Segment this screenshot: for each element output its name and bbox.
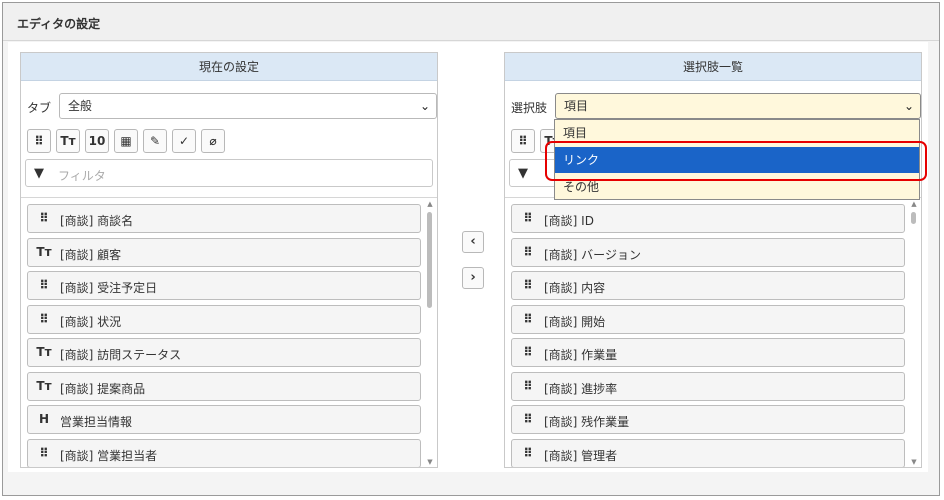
current-settings-list-item[interactable]: Tт [商談] 顧客 — [27, 237, 421, 267]
current-settings-list-item[interactable]: Tт [商談] 提案商品 — [27, 371, 421, 401]
list-item-label: [商談] 状況 — [60, 314, 122, 329]
list-item-label: 営業担当情報 — [60, 415, 133, 429]
text-type-icon: Tт — [36, 244, 52, 259]
tab-field: タブ 全般 ⌄ — [27, 93, 437, 119]
choices-list[interactable]: ▲ ▼ ⠿ [商談] ID ⠿ [商談] バージョン ⠿ [商談] 内容 ⠿ [商談] 開始 ⠿… — [505, 197, 921, 467]
list-item-label: [商談] ID — [544, 214, 594, 228]
choices-list-item[interactable]: ⠿ [商談] ID — [511, 204, 905, 233]
tab-select-value: 全般 — [68, 99, 93, 113]
grip-icon: ⠿ — [39, 311, 49, 326]
list-item-label: [商談] 作業量 — [544, 348, 618, 362]
list-item-label: [商談] 残作業量 — [544, 415, 630, 429]
window-title: エディタの設定 — [17, 17, 101, 31]
left-note-edit-icon[interactable]: ✎ — [143, 129, 167, 153]
scroll-thumb[interactable] — [911, 212, 916, 224]
choices-list-item[interactable]: ⠿ [商談] 内容 — [511, 271, 905, 300]
grip-icon: ⠿ — [39, 278, 49, 292]
scroll-down-icon[interactable]: ▼ — [910, 458, 918, 466]
grip-icon: ⠿ — [523, 211, 533, 225]
scroll-thumb[interactable] — [427, 212, 432, 308]
choice-field: 選択肢 項目 ⌄ — [511, 93, 921, 119]
scroll-up-icon[interactable]: ▲ — [426, 200, 434, 208]
list-item-label: [商談] 開始 — [544, 314, 606, 329]
list-item-label: [商談] 進捗率 — [544, 381, 618, 396]
move-right-button[interactable]: › — [462, 267, 484, 289]
left-item-type-grip-icon[interactable]: ⠿ — [27, 129, 51, 153]
panel-header-choices: 選択肢一覧 — [505, 53, 921, 81]
list-item-label: [商談] 営業担当者 — [60, 448, 158, 463]
choices-list-item[interactable]: ⠿ [商談] 作業量 — [511, 338, 905, 367]
heading-icon: H — [38, 412, 50, 426]
left-check-icon[interactable]: ✓ — [172, 129, 196, 153]
choice-select[interactable]: 項目 ⌄ — [555, 93, 921, 119]
grip-icon: ⠿ — [523, 244, 533, 259]
choices-list-item[interactable]: ⠿ [商談] 残作業量 — [511, 405, 905, 434]
list-item-label: [商談] 提案商品 — [60, 381, 146, 396]
current-settings-panel: 現在の設定 タブ 全般 ⌄ ⠿ Tт 10 ▦ ✎ ✓ ⌀ ▼ フィルタ ▲ ▼ ⠿ [商談]… — [20, 52, 438, 468]
grip-icon: ⠿ — [523, 345, 533, 359]
grip-icon: ⠿ — [523, 278, 533, 292]
grip-icon: ⠿ — [523, 412, 533, 426]
grip-icon: ⠿ — [523, 311, 533, 326]
left-scrollbar[interactable]: ▲ ▼ — [426, 200, 434, 466]
filter-placeholder: フィルタ — [58, 169, 106, 183]
right-scrollbar[interactable]: ▲ ▼ — [910, 200, 918, 466]
current-settings-list-item[interactable]: ⠿ [商談] 受注予定日 — [27, 271, 421, 300]
move-left-button[interactable]: ‹ — [462, 231, 484, 253]
left-number-type-icon[interactable]: 10 — [85, 129, 109, 153]
current-settings-list[interactable]: ▲ ▼ ⠿ [商談] 商談名 Tт [商談] 顧客 ⠿ [商談] 受注予定日 ⠿ [商談] 状… — [21, 197, 437, 467]
current-settings-list-item[interactable]: Tт [商談] 訪問ステータス — [27, 338, 421, 367]
tab-select[interactable]: 全般 ⌄ — [59, 93, 437, 119]
list-item-label: [商談] 内容 — [544, 281, 606, 295]
grip-icon: ⠿ — [39, 211, 49, 225]
current-settings-list-item[interactable]: ⠿ [商談] 状況 — [27, 304, 421, 334]
right-item-type-grip-icon[interactable]: ⠿ — [511, 129, 535, 153]
choices-list-item[interactable]: ⠿ [商談] 進捗率 — [511, 371, 905, 401]
grip-icon: ⠿ — [39, 445, 49, 460]
chevron-down-icon: ⌄ — [903, 99, 914, 113]
left-text-type-icon[interactable]: Tт — [56, 129, 80, 153]
tab-label: タブ — [27, 101, 52, 115]
choices-list-panel: 選択肢一覧 選択肢 項目 ⌄ ⠿ Tт ▼ ▲ ▼ ⠿ [商談] ID ⠿ [商談] バ… — [504, 52, 922, 468]
text-type-icon: Tт — [36, 345, 52, 359]
left-calendar-icon[interactable]: ▦ — [114, 129, 138, 153]
panel-header-current: 現在の設定 — [21, 53, 437, 81]
grip-icon: ⠿ — [523, 445, 533, 460]
choices-list-item[interactable]: ⠿ [商談] バージョン — [511, 237, 905, 267]
title-bar: エディタの設定 — [3, 3, 939, 41]
left-filter-input[interactable]: ▼ フィルタ — [25, 159, 433, 187]
choice-label: 選択肢 — [511, 101, 548, 115]
left-paperclip-icon[interactable]: ⌀ — [201, 129, 225, 153]
list-item-label: [商談] 管理者 — [544, 448, 618, 463]
scroll-down-icon[interactable]: ▼ — [426, 458, 434, 466]
scroll-up-icon[interactable]: ▲ — [910, 200, 918, 208]
list-item-label: [商談] 顧客 — [60, 247, 122, 262]
list-item-label: [商談] 商談名 — [60, 214, 134, 228]
chevron-down-icon: ⌄ — [419, 99, 430, 113]
highlight-annotation — [545, 141, 927, 181]
list-item-label: [商談] 訪問ステータス — [60, 348, 182, 362]
choices-list-item[interactable]: ⠿ [商談] 管理者 — [511, 438, 905, 467]
list-item-label: [商談] 受注予定日 — [60, 281, 158, 295]
filter-icon: ▼ — [518, 166, 528, 181]
list-item-label: [商談] バージョン — [544, 247, 641, 262]
text-type-icon: Tт — [36, 378, 52, 393]
filter-icon: ▼ — [34, 166, 44, 181]
choice-select-value: 項目 — [564, 99, 589, 113]
choices-list-item[interactable]: ⠿ [商談] 開始 — [511, 304, 905, 334]
current-settings-list-item[interactable]: H 営業担当情報 — [27, 405, 421, 434]
current-settings-list-item[interactable]: ⠿ [商談] 営業担当者 — [27, 438, 421, 467]
current-settings-list-item[interactable]: ⠿ [商談] 商談名 — [27, 204, 421, 233]
grip-icon: ⠿ — [523, 378, 533, 393]
